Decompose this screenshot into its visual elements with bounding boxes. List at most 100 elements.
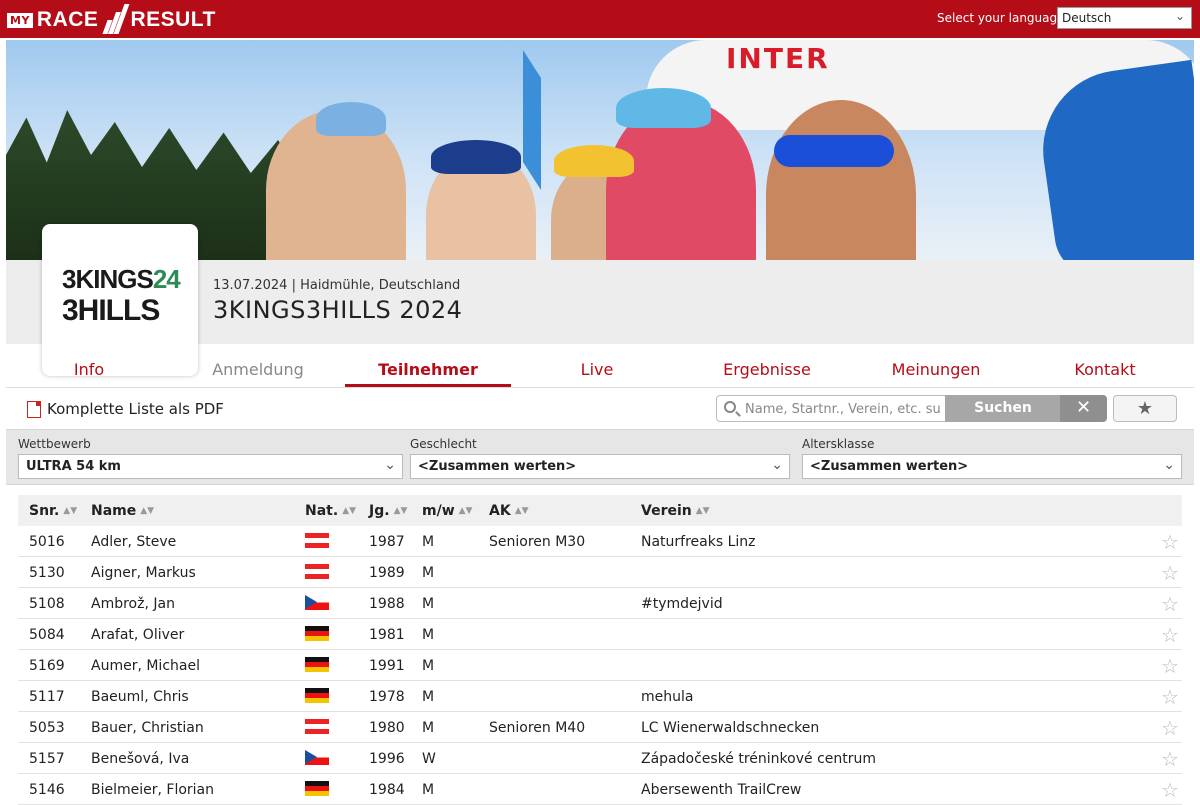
tab-anmeldung[interactable]: Anmeldung xyxy=(175,360,341,379)
table-row[interactable]: 5146 Bielmeier, Florian 1984 M Abersewenth T… xyxy=(18,774,1182,805)
cell-mw: M xyxy=(422,720,435,736)
tab-ergebnisse[interactable]: Ergebnisse xyxy=(684,360,850,379)
cap-shape xyxy=(554,145,634,177)
cell-name[interactable]: Adler, Steve xyxy=(91,534,176,550)
favorite-star-icon[interactable]: ☆ xyxy=(1161,747,1179,771)
cell-jg: 1984 xyxy=(369,782,405,798)
cell-name[interactable]: Benešová, Iva xyxy=(91,751,189,767)
cell-ak: Senioren M40 xyxy=(489,720,586,736)
sort-icon: ▲▼ xyxy=(393,506,408,516)
col-ak[interactable]: AK ▲▼ xyxy=(489,503,529,519)
table-row[interactable]: 5016 Adler, Steve 1987 M Senioren M30 Naturfr… xyxy=(18,526,1182,557)
flag-cz-icon xyxy=(305,595,329,610)
table-row[interactable]: 5053 Bauer, Christian 1980 M Senioren M40 LC … xyxy=(18,712,1182,743)
cell-jg: 1981 xyxy=(369,627,405,643)
favorite-star-icon[interactable]: ☆ xyxy=(1161,654,1179,678)
cell-name[interactable]: Bauer, Christian xyxy=(91,720,204,736)
tab-kontakt[interactable]: Kontakt xyxy=(1022,360,1188,379)
cell-name[interactable]: Baeuml, Chris xyxy=(91,689,189,705)
cell-mw: M xyxy=(422,689,435,705)
age-class-label: Altersklasse xyxy=(802,437,875,451)
cell-mw: M xyxy=(422,782,435,798)
favorite-star-icon[interactable]: ☆ xyxy=(1161,778,1179,802)
favorite-star-icon[interactable]: ☆ xyxy=(1161,716,1179,740)
cell-jg: 1980 xyxy=(369,720,405,736)
col-jg[interactable]: Jg. ▲▼ xyxy=(369,503,407,519)
clear-search-button[interactable]: ✕ xyxy=(1060,395,1107,422)
cell-name[interactable]: Bielmeier, Florian xyxy=(91,782,214,798)
chevron-down-icon: ⌄ xyxy=(384,457,396,473)
flag-at-icon xyxy=(305,533,329,548)
col-snr[interactable]: Snr. ▲▼ xyxy=(29,503,77,519)
cell-ak: Senioren M30 xyxy=(489,534,586,550)
cell-verein: Abersewenth TrailCrew xyxy=(641,782,802,798)
cell-name[interactable]: Aumer, Michael xyxy=(91,658,200,674)
cell-snr: 5146 xyxy=(29,782,65,798)
sort-icon: ▲▼ xyxy=(514,506,529,516)
beach-flag-shape xyxy=(523,50,541,190)
col-mw[interactable]: m/w ▲▼ xyxy=(422,503,472,519)
event-logo-line1b: 24 xyxy=(152,264,181,294)
sort-icon: ▲▼ xyxy=(140,506,155,516)
table-row[interactable]: 5117 Baeuml, Chris 1978 Mmehula ☆ xyxy=(18,681,1182,712)
tab-teilnehmer[interactable]: Teilnehmer xyxy=(345,360,511,379)
table-row[interactable]: 5084 Arafat, Oliver 1981 M ☆ xyxy=(18,619,1182,650)
age-class-select[interactable]: <Zusammen werten> ⌄ xyxy=(802,454,1182,479)
competition-select[interactable]: ULTRA 54 km ⌄ xyxy=(18,454,403,479)
competition-label: Wettbewerb xyxy=(18,437,91,451)
favorite-star-icon[interactable]: ☆ xyxy=(1161,685,1179,709)
favorite-star-icon[interactable]: ☆ xyxy=(1161,530,1179,554)
search-input[interactable] xyxy=(745,399,941,419)
main-nav: Info Anmeldung Teilnehmer Live Ergebniss… xyxy=(6,346,1194,388)
col-name[interactable]: Name ▲▼ xyxy=(91,503,154,519)
flag-cz-icon xyxy=(305,750,329,765)
table-row[interactable]: 5108 Ambrož, Jan 1988 M #tymdejvid ☆ xyxy=(18,588,1182,619)
favorite-star-icon[interactable]: ☆ xyxy=(1161,623,1179,647)
table-row[interactable]: 5130 Aigner, Markus 1989 M ☆ xyxy=(18,557,1182,588)
chevron-down-icon: ⌄ xyxy=(771,457,783,473)
search-button[interactable]: Suchen xyxy=(945,395,1061,422)
col-verein[interactable]: Verein ▲▼ xyxy=(641,503,710,519)
cell-jg: 1989 xyxy=(369,565,405,581)
cell-snr: 5053 xyxy=(29,720,65,736)
col-nat[interactable]: Nat. ▲▼ xyxy=(305,503,356,519)
cell-name[interactable]: Ambrož, Jan xyxy=(91,596,175,612)
favorites-star-button[interactable]: ★ xyxy=(1113,395,1177,422)
competition-value: ULTRA 54 km xyxy=(26,459,121,474)
cell-name[interactable]: Arafat, Oliver xyxy=(91,627,184,643)
cell-jg: 1991 xyxy=(369,658,405,674)
sort-icon: ▲▼ xyxy=(695,506,710,516)
pdf-list-label: Komplette Liste als PDF xyxy=(47,400,224,418)
cell-jg: 1987 xyxy=(369,534,405,550)
sort-icon: ▲▼ xyxy=(458,506,473,516)
table-row[interactable]: 5157 Benešová, Iva 1996 W Západočeské trénin… xyxy=(18,743,1182,774)
gender-value: <Zusammen werten> xyxy=(418,459,577,474)
flag-de-icon xyxy=(305,781,329,796)
myraceresult-logo[interactable]: MY RACE RESULT xyxy=(7,3,216,37)
sunglasses-shape xyxy=(774,135,894,167)
top-bar: MY RACE RESULT Select your language: Deu… xyxy=(0,0,1200,38)
search-icon xyxy=(724,401,736,413)
cell-mw: M xyxy=(422,658,435,674)
cell-name[interactable]: Aigner, Markus xyxy=(91,565,196,581)
finish-arch-text: INTER xyxy=(726,42,830,75)
gender-select[interactable]: <Zusammen werten> ⌄ xyxy=(410,454,790,479)
cap-shape xyxy=(616,88,711,128)
sort-icon: ▲▼ xyxy=(63,506,78,516)
cell-snr: 5157 xyxy=(29,751,65,767)
language-select[interactable]: Deutsch ⌄ xyxy=(1057,7,1192,29)
pdf-list-link[interactable]: Komplette Liste als PDF xyxy=(27,400,224,418)
cell-mw: M xyxy=(422,565,435,581)
cell-snr: 5169 xyxy=(29,658,65,674)
table-row[interactable]: 5169 Aumer, Michael 1991 M ☆ xyxy=(18,650,1182,681)
event-date-location: 13.07.2024 | Haidmühle, Deutschland xyxy=(213,278,461,293)
logo-bars-icon xyxy=(102,4,130,36)
tab-meinungen[interactable]: Meinungen xyxy=(853,360,1019,379)
tab-info[interactable]: Info xyxy=(6,360,172,379)
favorite-star-icon[interactable]: ☆ xyxy=(1161,592,1179,616)
flag-de-icon xyxy=(305,657,329,672)
sort-icon: ▲▼ xyxy=(342,506,357,516)
favorite-star-icon[interactable]: ☆ xyxy=(1161,561,1179,585)
tab-live[interactable]: Live xyxy=(514,360,680,379)
table-header: Snr. ▲▼ Name ▲▼ Nat. ▲▼ Jg. ▲▼ m/w ▲▼ AK ▲▼ Ve… xyxy=(18,495,1182,526)
